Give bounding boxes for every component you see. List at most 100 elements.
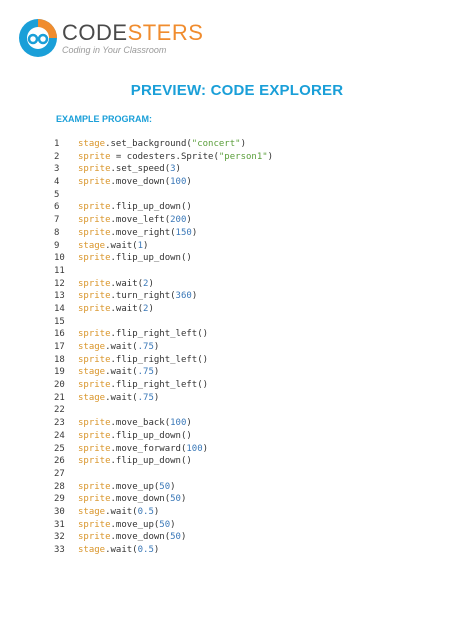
code-text: sprite.flip_up_down() bbox=[78, 201, 192, 214]
brand-tagline: Coding in Your Classroom bbox=[62, 44, 167, 55]
code-token: sprite bbox=[78, 494, 111, 505]
code-token: ) bbox=[180, 494, 187, 505]
code-line: 12 sprite.wait(2) bbox=[54, 278, 273, 291]
code-line: 16 sprite.flip_right_left() bbox=[54, 328, 273, 341]
code-token: .flip_up_down() bbox=[110, 253, 192, 264]
line-number: 28 bbox=[54, 481, 65, 492]
code-token: ) bbox=[180, 532, 187, 543]
code-token: sprite bbox=[78, 519, 111, 530]
page-title: PREVIEW: CODE EXPLORER bbox=[130, 82, 344, 99]
code-token: 0.5 bbox=[137, 545, 154, 555]
code-token: .flip_right_left() bbox=[110, 354, 209, 365]
code-line: 14 sprite.wait(2) bbox=[54, 303, 273, 316]
code-text: sprite.move_forward(100) bbox=[78, 443, 208, 456]
code-token: ) bbox=[191, 291, 198, 302]
code-listing: 1 stage.set_background("concert") 2 sprite … bbox=[54, 138, 273, 557]
line-number: 18 bbox=[54, 354, 65, 365]
code-token: sprite bbox=[78, 278, 111, 289]
code-line: 30 stage.wait(0.5) bbox=[54, 506, 273, 519]
code-line: 28 sprite.move_up(50) bbox=[54, 481, 273, 494]
code-text: sprite.move_up(50) bbox=[78, 519, 176, 532]
code-token: .move_right( bbox=[110, 227, 176, 238]
code-text: sprite.move_back(100) bbox=[78, 417, 192, 430]
code-text: stage.wait(.75) bbox=[78, 366, 159, 379]
code-token: sprite bbox=[78, 532, 111, 543]
code-token: sprite bbox=[78, 418, 111, 429]
code-token: ) bbox=[186, 215, 192, 226]
code-token: ) bbox=[186, 177, 192, 188]
code-line: 33 stage.wait(0.5) bbox=[54, 544, 273, 557]
code-token: sprite bbox=[78, 443, 111, 454]
codesters-logo: CODESTERS Coding in Your Classroom bbox=[18, 16, 203, 60]
code-token: ) bbox=[170, 519, 176, 530]
code-token: .flip_up_down() bbox=[110, 456, 192, 467]
code-line: 32 sprite.move_down(50) bbox=[54, 531, 273, 544]
code-line: 18 sprite.flip_right_left() bbox=[54, 354, 273, 367]
line-number: 7 bbox=[54, 215, 60, 226]
code-token: 0.5 bbox=[137, 506, 154, 517]
code-line: 20 sprite.flip_right_left() bbox=[54, 379, 273, 392]
code-token: ) bbox=[186, 418, 192, 429]
code-line: 31 sprite.move_up(50) bbox=[54, 519, 273, 532]
code-token: .set_speed( bbox=[110, 164, 171, 175]
code-token: sprite bbox=[78, 227, 111, 238]
code-token: sprite bbox=[78, 215, 111, 226]
code-text: stage.wait(1) bbox=[78, 240, 148, 253]
code-text: sprite.flip_right_left() bbox=[78, 379, 208, 392]
code-line: 3 sprite.set_speed(3) bbox=[54, 163, 273, 176]
code-token: 50 bbox=[170, 532, 181, 543]
code-line: 19 stage.wait(.75) bbox=[54, 366, 273, 379]
line-number: 19 bbox=[54, 367, 65, 378]
code-line: 22 bbox=[54, 404, 273, 417]
line-number: 3 bbox=[54, 164, 60, 175]
code-token: 50 bbox=[159, 519, 171, 530]
code-token: sprite bbox=[78, 380, 111, 391]
code-token: ) bbox=[153, 342, 160, 352]
code-token: .move_down( bbox=[110, 532, 171, 543]
code-token: ) bbox=[153, 506, 160, 517]
code-line: 7 sprite.move_left(200) bbox=[54, 214, 273, 227]
code-line: 11 bbox=[54, 265, 273, 278]
code-token: stage bbox=[78, 367, 106, 378]
code-token: stage bbox=[78, 342, 106, 352]
code-token: ) bbox=[170, 481, 176, 492]
code-line: 4 sprite.move_down(100) bbox=[54, 176, 273, 189]
line-number: 8 bbox=[54, 227, 60, 238]
code-text: sprite.flip_up_down() bbox=[78, 252, 192, 265]
code-text: stage.set_background("concert") bbox=[78, 138, 246, 151]
code-token: 50 bbox=[170, 494, 181, 505]
line-number: 29 bbox=[54, 494, 65, 505]
code-token: ) bbox=[153, 545, 160, 555]
code-line: 25 sprite.move_forward(100) bbox=[54, 443, 273, 456]
code-token: .75 bbox=[137, 392, 154, 403]
code-token: .flip_right_left() bbox=[110, 329, 209, 340]
codesters-logo-icon bbox=[19, 19, 57, 57]
code-line: 29 sprite.move_down(50) bbox=[54, 493, 273, 506]
line-number: 33 bbox=[54, 545, 65, 555]
line-number: 15 bbox=[54, 316, 65, 327]
code-text: sprite.flip_right_left() bbox=[78, 328, 208, 341]
code-text: stage.wait(0.5) bbox=[78, 544, 159, 557]
code-line: 1 stage.set_background("concert") bbox=[54, 138, 273, 151]
code-token: .turn_right( bbox=[110, 291, 176, 302]
code-text: sprite.turn_right(360) bbox=[78, 290, 197, 303]
code-token: sprite bbox=[78, 430, 111, 441]
code-token: sprite bbox=[78, 291, 111, 302]
code-token: .move_forward( bbox=[110, 443, 187, 454]
brand-name: CODESTERS bbox=[62, 21, 203, 44]
code-token: stage bbox=[78, 392, 106, 403]
code-token: stage bbox=[78, 240, 106, 251]
line-number: 11 bbox=[54, 265, 65, 276]
code-token: sprite bbox=[78, 253, 111, 264]
code-text: sprite.move_down(100) bbox=[78, 176, 192, 189]
code-token: sprite bbox=[78, 329, 111, 340]
code-text: sprite.move_left(200) bbox=[78, 214, 192, 227]
code-token: 100 bbox=[170, 418, 187, 429]
code-token: sprite bbox=[78, 177, 111, 188]
code-line: 26 sprite.flip_up_down() bbox=[54, 455, 273, 468]
line-number: 13 bbox=[54, 291, 65, 302]
code-token: .move_up( bbox=[110, 519, 160, 530]
code-token: stage bbox=[78, 139, 106, 149]
code-line: 6 sprite.flip_up_down() bbox=[54, 201, 273, 214]
line-number: 32 bbox=[54, 532, 65, 543]
